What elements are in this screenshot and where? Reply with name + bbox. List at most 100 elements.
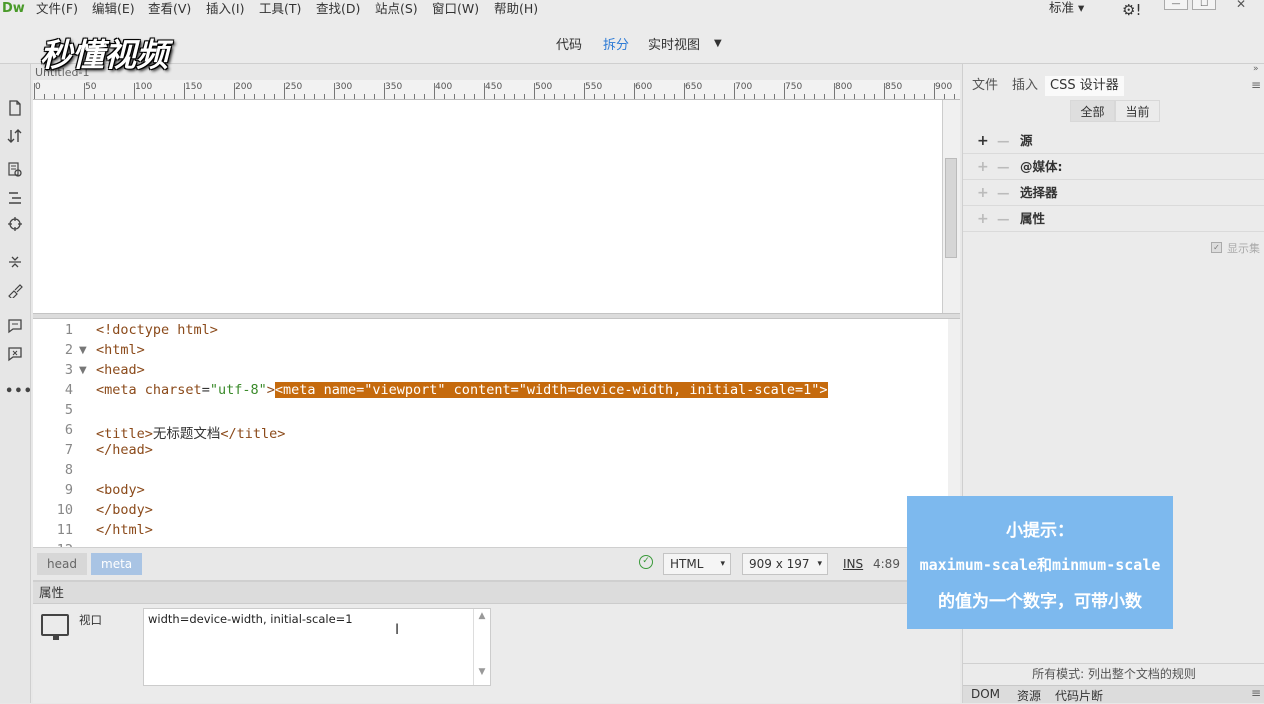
line-number: 9	[64, 482, 73, 498]
target-icon[interactable]	[5, 216, 25, 236]
textarea-scrollbar[interactable]: ▲ ▼	[473, 609, 490, 685]
chevron-down-icon: ▾	[817, 559, 822, 569]
ruler-tick	[704, 94, 705, 99]
design-scrollbar[interactable]	[943, 100, 960, 313]
view-live-button[interactable]: 实时视图	[648, 34, 700, 53]
tab-files[interactable]: 文件	[967, 76, 1003, 96]
inspect-icon[interactable]	[5, 162, 25, 182]
comment-icon[interactable]	[5, 318, 25, 338]
ruler-tick	[254, 94, 255, 99]
panel-menu-icon[interactable]: ≡	[1251, 78, 1261, 92]
tip-line-1: maximum-scale和minmum-scale	[919, 556, 1161, 574]
viewport-icon	[41, 614, 69, 640]
add-icon[interactable]: +	[977, 206, 989, 232]
selected-code[interactable]: <meta name="viewport" content="width=dev…	[274, 382, 828, 398]
add-icon[interactable]: +	[977, 180, 989, 206]
ruler-tick	[754, 94, 755, 99]
left-toolbar: •••	[0, 64, 32, 703]
settings-gear-icon[interactable]: ⚙!	[1122, 1, 1141, 19]
remove-icon[interactable]: —	[997, 128, 1010, 154]
ruler-tick	[814, 94, 815, 99]
ruler-tick	[424, 94, 425, 99]
brush-icon[interactable]	[5, 282, 25, 302]
ruler-label: 400	[435, 82, 453, 92]
menu-edit[interactable]: 编辑(E)	[92, 0, 135, 18]
panel-menu-icon[interactable]: ≡	[1251, 686, 1261, 700]
fold-toggle-icon[interactable]: ▼	[79, 365, 87, 376]
more-icon[interactable]: •••	[5, 382, 32, 402]
expand-icon[interactable]	[5, 254, 25, 274]
chevron-down-icon: ▾	[720, 559, 725, 569]
view-code-button[interactable]: 代码	[556, 34, 582, 53]
uncomment-icon[interactable]	[5, 346, 25, 366]
ruler-tick	[124, 94, 125, 99]
ruler-tick	[544, 94, 545, 99]
language-select[interactable]: HTML ▾	[663, 553, 731, 575]
section-label: @媒体:	[1020, 159, 1063, 174]
breadcrumb-meta[interactable]: meta	[91, 553, 143, 575]
ruler-tick	[864, 94, 865, 99]
menu-file[interactable]: 文件(F)	[36, 0, 78, 18]
watermark-logo: 秒懂视频	[40, 36, 169, 74]
window-size-select[interactable]: 909 x 197 ▾	[742, 553, 828, 575]
menu-find[interactable]: 查找(D)	[316, 0, 360, 18]
section-sources[interactable]: + — 源	[963, 128, 1264, 154]
ruler-tick	[334, 83, 335, 99]
menu-insert[interactable]: 插入(I)	[206, 0, 244, 18]
ruler-tick	[414, 94, 415, 99]
ruler-tick	[54, 94, 55, 99]
code-view[interactable]: 1 2 3 4 5 6 7 8 9 10 11 12 ▼ ▼ <!doctype…	[33, 319, 948, 547]
design-view[interactable]	[33, 100, 943, 313]
workspace-switcher[interactable]: 标准 ▾	[1049, 0, 1084, 16]
ruler-tick	[944, 94, 945, 99]
view-split-button[interactable]: 拆分	[603, 34, 629, 53]
remove-icon[interactable]: —	[997, 180, 1010, 206]
menu-site[interactable]: 站点(S)	[375, 0, 418, 18]
line-number: 6	[64, 422, 73, 438]
remove-icon[interactable]: —	[997, 206, 1010, 232]
segment-all[interactable]: 全部	[1070, 100, 1115, 122]
scroll-thumb[interactable]	[945, 158, 957, 258]
tab-assets[interactable]: 资源	[1017, 687, 1041, 704]
section-media[interactable]: + — @媒体:	[963, 154, 1264, 180]
menu-help[interactable]: 帮助(H)	[494, 0, 538, 18]
menu-tools[interactable]: 工具(T)	[259, 0, 301, 18]
add-icon[interactable]: +	[977, 128, 989, 154]
section-selectors[interactable]: + — 选择器	[963, 180, 1264, 206]
fold-toggle-icon[interactable]: ▼	[79, 345, 87, 356]
tab-snippets[interactable]: 代码片断	[1055, 687, 1103, 704]
sort-icon[interactable]	[5, 128, 25, 148]
add-icon[interactable]: +	[977, 154, 989, 180]
menu-window[interactable]: 窗口(W)	[432, 0, 479, 18]
breadcrumb-head[interactable]: head	[37, 553, 87, 575]
ruler-tick	[954, 94, 955, 99]
tab-css-designer[interactable]: CSS 设计器	[1045, 76, 1124, 96]
minimize-button[interactable]: —	[1164, 0, 1188, 10]
view-dropdown-icon[interactable]: ▼	[714, 38, 722, 49]
ruler-tick	[34, 83, 35, 99]
section-properties[interactable]: + — 属性	[963, 206, 1264, 232]
close-button[interactable]: ✕	[1229, 0, 1253, 10]
segment-current[interactable]: 当前	[1115, 100, 1160, 122]
indent-icon[interactable]	[5, 190, 25, 210]
tab-insert[interactable]: 插入	[1007, 76, 1043, 96]
ruler-label: 750	[785, 82, 803, 92]
show-set-checkbox[interactable]: ✓	[1211, 242, 1222, 253]
code-line-9: <body>	[96, 482, 145, 498]
line-number: 1	[64, 322, 73, 338]
remove-icon[interactable]: —	[997, 154, 1010, 180]
tab-dom[interactable]: DOM	[971, 687, 1000, 701]
ruler-tick	[804, 94, 805, 99]
ruler-label: 300	[335, 82, 353, 92]
collapse-panel-icon[interactable]: »	[1253, 64, 1259, 74]
ruler-tick	[74, 94, 75, 99]
text-cursor-icon: I	[395, 622, 400, 638]
new-file-icon[interactable]	[5, 100, 25, 120]
maximize-button[interactable]: ☐	[1192, 0, 1216, 10]
menu-view[interactable]: 查看(V)	[148, 0, 191, 18]
section-label: 源	[1020, 133, 1033, 148]
code-line-3: <head>	[96, 362, 145, 378]
insert-mode[interactable]: INS	[843, 557, 863, 571]
viewport-content-textarea[interactable]: width=device-width, initial-scale=1	[143, 608, 491, 686]
ruler-label: 650	[685, 82, 703, 92]
